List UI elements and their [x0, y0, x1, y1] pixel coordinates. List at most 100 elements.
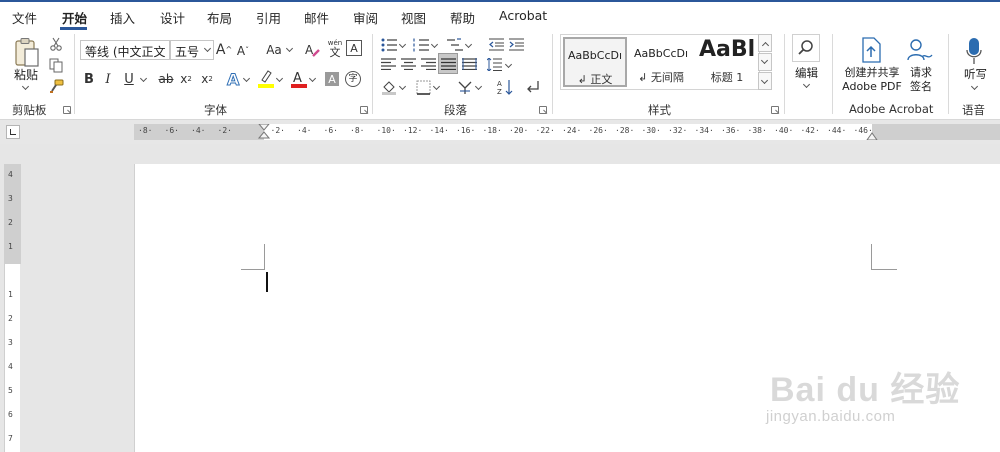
tab-design[interactable]: 设计: [160, 8, 185, 27]
font-name-combo[interactable]: 等线 (中文正文: [80, 40, 170, 60]
format-painter-icon[interactable]: [47, 78, 65, 94]
multilevel-list-icon[interactable]: [446, 36, 464, 54]
line-spacing-icon[interactable]: [486, 56, 502, 72]
shrink-font-icon[interactable]: Aˇ: [236, 42, 250, 60]
align-right-icon[interactable]: [420, 56, 436, 72]
paste-label[interactable]: 粘贴: [14, 66, 38, 83]
dictate-label[interactable]: 听写: [964, 66, 987, 82]
bullets-dropdown-icon[interactable]: [400, 42, 406, 48]
font-launcher-icon[interactable]: [360, 106, 368, 114]
search-icon[interactable]: [792, 34, 820, 62]
tab-home[interactable]: 开始: [62, 8, 87, 27]
create-share-pdf-icon[interactable]: [858, 36, 884, 64]
styles-scroll-down-button[interactable]: [758, 53, 772, 71]
tab-view[interactable]: 视图: [401, 8, 426, 27]
styles-scroll-up-button[interactable]: [758, 34, 772, 52]
enclose-characters-icon[interactable]: 字: [345, 71, 361, 87]
change-case-dropdown-icon[interactable]: [287, 46, 293, 52]
crop-mark: [871, 269, 897, 270]
strikethrough-button[interactable]: ab: [157, 70, 175, 88]
paragraph-launcher-icon[interactable]: [539, 106, 547, 114]
line-spacing-dropdown-icon[interactable]: [506, 62, 512, 68]
font-color-icon[interactable]: A: [290, 68, 308, 90]
tab-acrobat[interactable]: Acrobat: [499, 8, 547, 23]
increase-indent-icon[interactable]: [508, 36, 524, 52]
style-item-normal[interactable]: AaBbCcDı ↲ 正文: [563, 37, 627, 87]
decrease-indent-icon[interactable]: [488, 36, 504, 52]
chinese-layout-icon[interactable]: [456, 78, 474, 96]
clear-formatting-icon[interactable]: A: [304, 40, 322, 60]
font-size-dropdown-icon[interactable]: [205, 46, 211, 52]
ruler-number: ·36·: [721, 126, 741, 135]
borders-dropdown-icon[interactable]: [434, 84, 440, 90]
style-item-no-spacing[interactable]: AaBbCcDı ↲ 无间隔: [629, 37, 693, 87]
svg-text:Z: Z: [497, 88, 502, 95]
indent-marker-icon[interactable]: [258, 124, 270, 140]
bullets-icon[interactable]: [380, 36, 398, 54]
group-separator: [784, 34, 785, 114]
underline-dropdown-icon[interactable]: [141, 76, 147, 82]
paste-icon[interactable]: [12, 36, 42, 70]
bold-button[interactable]: B: [82, 70, 96, 88]
document-page[interactable]: [134, 164, 1000, 452]
grow-font-icon[interactable]: A ^: [216, 40, 232, 60]
vertical-ruler-number: 1: [8, 242, 13, 251]
tab-help[interactable]: 帮助: [450, 8, 475, 27]
ruler-number: ·24·: [562, 126, 582, 135]
text-effects-icon[interactable]: A: [225, 68, 243, 90]
styles-launcher-icon[interactable]: [771, 106, 779, 114]
shading-dropdown-icon[interactable]: [400, 84, 406, 90]
underline-button[interactable]: U: [122, 70, 136, 88]
tab-selector-icon[interactable]: [6, 125, 20, 139]
numbering-dropdown-icon[interactable]: [432, 42, 438, 48]
borders-icon[interactable]: [414, 78, 432, 96]
create-share-pdf-button[interactable]: 创建并共享 Adobe PDF: [840, 66, 904, 94]
distributed-icon[interactable]: [461, 56, 477, 72]
cut-icon[interactable]: [48, 36, 64, 52]
request-signature-icon[interactable]: [906, 36, 934, 64]
microphone-icon[interactable]: [962, 36, 986, 66]
sort-icon[interactable]: AZ: [496, 78, 514, 96]
superscript-button[interactable]: x2: [199, 70, 215, 88]
clipboard-launcher-icon[interactable]: [63, 106, 71, 114]
numbering-icon[interactable]: [412, 36, 430, 54]
multilevel-dropdown-icon[interactable]: [466, 42, 472, 48]
character-shading-icon[interactable]: A: [325, 72, 339, 86]
highlight-dropdown-icon[interactable]: [277, 76, 283, 82]
change-case-icon[interactable]: Aa: [262, 40, 286, 60]
crop-mark: [241, 269, 265, 270]
tab-layout[interactable]: 布局: [207, 8, 232, 27]
tab-mailings[interactable]: 邮件: [304, 8, 329, 27]
chinese-layout-dropdown-icon[interactable]: [476, 84, 482, 90]
group-separator: [74, 34, 75, 114]
dictate-dropdown-icon[interactable]: [972, 84, 978, 90]
paste-dropdown-icon[interactable]: [23, 84, 29, 90]
editing-label[interactable]: 编辑: [795, 65, 818, 81]
justify-icon[interactable]: [438, 53, 458, 74]
font-color-dropdown-icon[interactable]: [310, 76, 316, 82]
text-effects-dropdown-icon[interactable]: [244, 76, 250, 82]
horizontal-ruler[interactable]: ·8· ·6· ·4· ·2· ·2· ·4· ·6· ·8· ·10· ·12· ·14· ·16·…: [134, 124, 1000, 140]
right-indent-marker-icon[interactable]: [866, 132, 878, 140]
tab-review[interactable]: 审阅: [353, 8, 378, 27]
highlight-icon[interactable]: [257, 68, 275, 90]
show-marks-icon[interactable]: [524, 78, 542, 96]
ruler-number: ·30·: [641, 126, 661, 135]
subscript-button[interactable]: x2: [178, 70, 194, 88]
vertical-ruler[interactable]: 4 3 2 1 1 2 3 4 5 6 7: [4, 164, 21, 452]
shading-icon[interactable]: [380, 78, 398, 96]
phonetic-guide-icon[interactable]: wén 文: [326, 38, 344, 60]
copy-icon[interactable]: [48, 57, 64, 73]
editing-dropdown-icon[interactable]: [804, 82, 810, 88]
style-item-heading1[interactable]: AaBl 标题 1: [695, 37, 759, 87]
request-signature-button[interactable]: 请求 签名: [904, 66, 938, 94]
align-left-icon[interactable]: [380, 56, 396, 72]
styles-more-button[interactable]: [758, 72, 772, 90]
tab-references[interactable]: 引用: [256, 8, 281, 27]
tab-insert[interactable]: 插入: [110, 8, 135, 27]
align-center-icon[interactable]: [400, 56, 416, 72]
italic-button[interactable]: I: [102, 70, 114, 88]
character-border-icon[interactable]: A: [346, 40, 362, 56]
ribbon-tab-bar: 文件 开始 插入 设计 布局 引用 邮件 审阅 视图 帮助 Acrobat: [0, 0, 1000, 30]
tab-file[interactable]: 文件: [12, 8, 37, 27]
